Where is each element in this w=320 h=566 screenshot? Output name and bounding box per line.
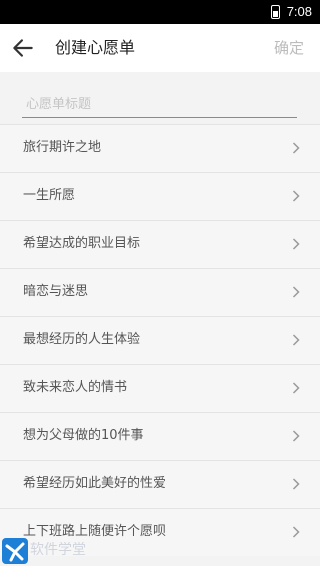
chevron-right-icon [292, 190, 300, 202]
confirm-button[interactable]: 确定 [274, 36, 304, 60]
watermark-text: 软件学堂 [30, 542, 86, 558]
list-item[interactable]: 希望经历如此美好的性爱 [0, 460, 320, 508]
list-item[interactable]: 希望达成的职业目标 [0, 220, 320, 268]
list-item-label: 最想经历的人生体验 [23, 332, 141, 347]
list-item-label: 希望经历如此美好的性爱 [23, 476, 167, 491]
list-item[interactable]: 致未来恋人的情书 [0, 364, 320, 412]
list-item-label: 想为父母做的10件事 [23, 428, 144, 443]
list-item-label: 希望达成的职业目标 [23, 236, 141, 251]
chevron-right-icon [292, 430, 300, 442]
watermark: 软件学堂 [0, 536, 120, 566]
list-item-label: 暗恋与迷思 [23, 284, 89, 299]
title-input-area [0, 72, 320, 124]
chevron-right-icon [292, 382, 300, 394]
app-bar: 创建心愿单 确定 [0, 24, 320, 72]
list-item[interactable]: 最想经历的人生体验 [0, 316, 320, 364]
watermark-logo-icon [2, 538, 28, 564]
chevron-right-icon [292, 334, 300, 346]
list-item[interactable]: 旅行期许之地 [0, 124, 320, 172]
wish-category-list: 旅行期许之地 一生所愿 希望达成的职业目标 暗恋与迷思 最想经历的人生体验 致未… [0, 124, 320, 556]
wishlist-title-input[interactable] [22, 92, 297, 118]
page-title: 创建心愿单 [55, 38, 136, 57]
chevron-right-icon [292, 286, 300, 298]
chevron-right-icon [292, 478, 300, 490]
list-item[interactable]: 暗恋与迷思 [0, 268, 320, 316]
list-item[interactable]: 想为父母做的10件事 [0, 412, 320, 460]
arrow-left-icon[interactable] [10, 35, 36, 61]
status-bar: 7:08 [0, 0, 320, 24]
list-item-label: 致未来恋人的情书 [23, 380, 128, 395]
battery-icon [271, 5, 280, 19]
list-item-label: 一生所愿 [23, 188, 76, 203]
list-item-label: 旅行期许之地 [23, 140, 102, 155]
chevron-right-icon [292, 526, 300, 538]
status-time: 7:08 [286, 4, 312, 19]
chevron-right-icon [292, 238, 300, 250]
chevron-right-icon [292, 142, 300, 154]
list-item[interactable]: 一生所愿 [0, 172, 320, 220]
